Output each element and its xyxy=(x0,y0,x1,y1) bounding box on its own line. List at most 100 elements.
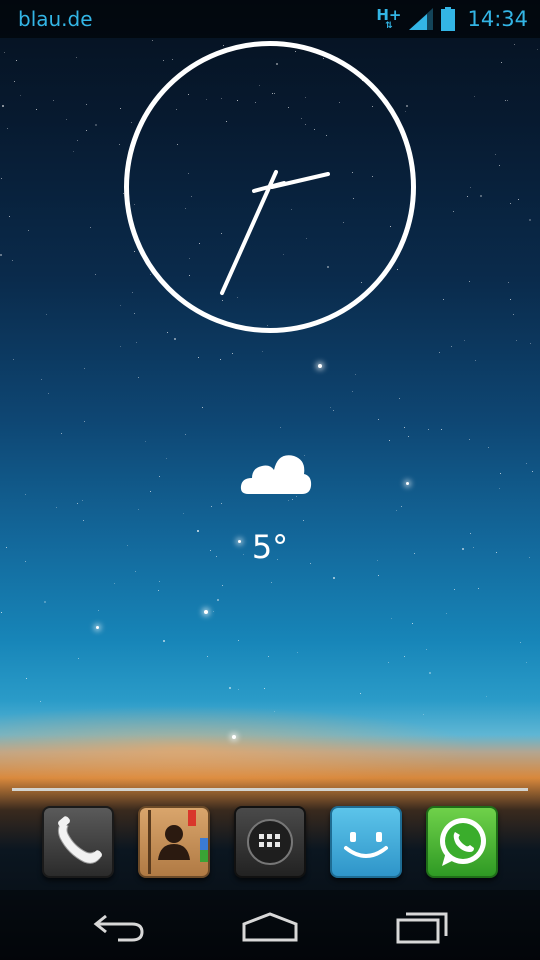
recents-icon[interactable] xyxy=(382,906,462,946)
carrier-label: blau.de xyxy=(18,7,93,31)
status-time: 14:34 xyxy=(467,7,528,31)
star xyxy=(159,581,160,582)
app-drawer-icon xyxy=(247,819,293,865)
star xyxy=(388,662,389,663)
star xyxy=(61,433,62,434)
star xyxy=(138,377,139,378)
star xyxy=(333,410,334,411)
star xyxy=(86,130,87,131)
navigation-bar xyxy=(0,890,540,960)
star xyxy=(510,203,511,204)
star xyxy=(513,314,514,315)
star xyxy=(73,151,74,152)
whatsapp-icon xyxy=(440,818,486,866)
star xyxy=(238,640,239,641)
status-bar[interactable]: blau.de H+ ⇅ 14:34 xyxy=(0,0,540,38)
star xyxy=(120,108,121,109)
star xyxy=(127,545,128,546)
star xyxy=(159,476,160,477)
star xyxy=(516,340,517,341)
bright-star xyxy=(318,364,322,368)
star xyxy=(470,533,471,534)
star xyxy=(333,577,335,579)
star xyxy=(262,351,263,352)
star xyxy=(423,714,424,715)
star xyxy=(469,439,470,440)
star xyxy=(41,379,42,380)
star xyxy=(488,447,489,448)
star xyxy=(4,52,5,53)
star xyxy=(404,656,405,657)
star xyxy=(13,359,14,360)
star xyxy=(480,195,482,197)
star xyxy=(389,440,390,441)
star xyxy=(514,44,515,45)
star xyxy=(297,652,298,653)
star xyxy=(303,520,304,521)
star xyxy=(499,165,500,166)
star xyxy=(296,496,297,497)
star xyxy=(98,610,99,611)
star xyxy=(7,128,8,129)
star xyxy=(211,506,212,507)
star xyxy=(486,696,487,697)
analog-clock-widget[interactable] xyxy=(124,41,416,333)
star xyxy=(280,427,281,428)
star xyxy=(163,640,165,642)
star xyxy=(268,656,269,657)
star xyxy=(478,588,479,589)
star xyxy=(443,299,444,300)
star xyxy=(76,57,77,58)
network-type-indicator: H+ ⇅ xyxy=(376,7,401,31)
star xyxy=(475,360,476,361)
star xyxy=(185,434,186,435)
star xyxy=(40,701,41,702)
star xyxy=(198,357,199,358)
star xyxy=(378,419,379,420)
star xyxy=(86,104,87,105)
dock-app-drawer[interactable] xyxy=(234,806,306,878)
messaging-icon xyxy=(344,832,388,858)
star xyxy=(520,642,521,643)
star xyxy=(454,589,455,590)
star xyxy=(446,613,447,614)
dock-app-messaging[interactable] xyxy=(330,806,402,878)
star xyxy=(264,688,265,689)
star xyxy=(469,281,470,282)
star xyxy=(426,649,427,650)
star xyxy=(271,582,272,583)
star xyxy=(360,693,361,694)
star xyxy=(0,254,2,256)
back-icon[interactable] xyxy=(78,906,158,946)
star xyxy=(1,178,2,179)
clock-hands-icon xyxy=(220,170,330,295)
star xyxy=(16,60,17,61)
star xyxy=(48,393,49,394)
star xyxy=(500,473,501,474)
star xyxy=(530,343,531,344)
star xyxy=(46,314,47,315)
star xyxy=(507,100,508,101)
star xyxy=(529,219,531,221)
star xyxy=(499,488,500,489)
star xyxy=(428,429,429,430)
bright-star xyxy=(232,735,236,739)
dock-app-whatsapp[interactable] xyxy=(426,806,498,878)
star xyxy=(114,583,115,584)
dock-app-contacts[interactable] xyxy=(138,806,210,878)
dock-app-phone[interactable] xyxy=(42,806,114,878)
star xyxy=(44,601,46,603)
star xyxy=(197,530,199,532)
home-icon[interactable] xyxy=(230,906,310,946)
star xyxy=(441,429,442,430)
star xyxy=(84,421,85,422)
star xyxy=(288,500,289,501)
cloud-icon xyxy=(240,455,312,494)
bright-star xyxy=(204,610,208,614)
star xyxy=(474,96,475,97)
star xyxy=(135,571,136,572)
temperature-label: 5° xyxy=(251,528,289,566)
star xyxy=(495,154,496,155)
star xyxy=(1,612,2,613)
star xyxy=(136,342,137,343)
